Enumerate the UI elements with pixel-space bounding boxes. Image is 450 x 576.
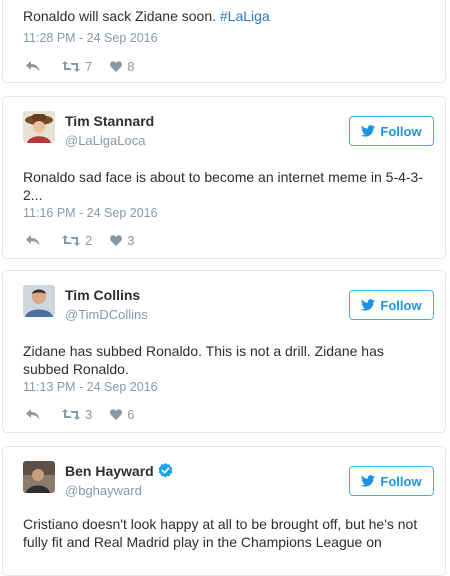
- follow-label: Follow: [380, 123, 422, 139]
- tweet-card: Tim Collins @TimDCollins Follow Zidane h…: [2, 270, 446, 433]
- retweet-button[interactable]: 7: [62, 59, 92, 74]
- heart-icon: [110, 408, 123, 420]
- retweet-button[interactable]: 2: [62, 233, 92, 248]
- avatar[interactable]: [23, 285, 55, 317]
- tweet-card: Ronaldo will sack Zidane soon. #LaLiga 1…: [2, 0, 446, 83]
- author-name[interactable]: Tim Stannard: [65, 113, 154, 129]
- reply-icon: [26, 408, 40, 419]
- retweet-count: 3: [85, 406, 93, 422]
- tweet-text: Ronaldo sad face is about to become an i…: [23, 169, 424, 203]
- retweet-count: 7: [85, 58, 93, 74]
- like-button[interactable]: 3: [110, 233, 134, 248]
- author-name[interactable]: Tim Collins: [65, 287, 140, 303]
- tweet-text: Cristiano doesn't look happy at all to b…: [23, 516, 418, 550]
- tweet-timestamp[interactable]: 11:28 PM - 24 Sep 2016: [23, 31, 158, 45]
- twitter-bird-icon: [361, 125, 376, 137]
- retweet-icon: [62, 60, 80, 72]
- reply-button[interactable]: [26, 60, 40, 72]
- follow-button[interactable]: Follow: [349, 290, 434, 320]
- follow-label: Follow: [380, 297, 422, 313]
- tweet-timestamp[interactable]: 11:13 PM - 24 Sep 2016: [23, 380, 158, 394]
- tweet-text-body: Ronaldo will sack Zidane soon.: [23, 8, 220, 24]
- like-count: 8: [127, 58, 135, 74]
- verified-badge-icon: [158, 463, 173, 478]
- heart-icon: [110, 234, 123, 246]
- avatar-image: [23, 285, 55, 317]
- like-button[interactable]: 6: [110, 407, 134, 422]
- avatar[interactable]: [23, 111, 55, 143]
- author-handle[interactable]: @bghayward: [65, 483, 142, 498]
- follow-label: Follow: [380, 473, 422, 489]
- heart-icon: [110, 60, 123, 72]
- avatar[interactable]: [23, 461, 55, 493]
- avatar-image: [23, 461, 55, 493]
- retweet-icon: [62, 408, 80, 420]
- tweet-card: Ben Hayward @bghayward Follow Cristiano …: [2, 446, 446, 576]
- tweet-actions: 2 3: [26, 232, 152, 248]
- author-handle[interactable]: @LaLigaLoca: [65, 133, 145, 148]
- tweet-actions: 3 6: [26, 406, 152, 422]
- author-name[interactable]: Ben Hayward: [65, 463, 154, 479]
- reply-button[interactable]: [26, 234, 40, 246]
- like-count: 3: [127, 232, 135, 248]
- twitter-bird-icon: [361, 475, 376, 487]
- twitter-bird-icon: [361, 299, 376, 311]
- tweet-text: Ronaldo will sack Zidane soon. #LaLiga: [23, 7, 429, 25]
- author-handle[interactable]: @TimDCollins: [65, 307, 148, 322]
- tweet-timestamp[interactable]: 11:16 PM - 24 Sep 2016: [23, 206, 158, 220]
- hashtag-link[interactable]: #LaLiga: [220, 8, 270, 24]
- avatar-image: [23, 111, 55, 143]
- like-button[interactable]: 8: [110, 59, 134, 74]
- like-count: 6: [127, 406, 135, 422]
- follow-button[interactable]: Follow: [349, 466, 434, 496]
- tweet-card: Tim Stannard @LaLigaLoca Follow Ronaldo …: [2, 96, 446, 259]
- tweet-actions: 7 8: [26, 58, 152, 74]
- reply-icon: [26, 60, 40, 71]
- follow-button[interactable]: Follow: [349, 116, 434, 146]
- retweet-count: 2: [85, 232, 93, 248]
- tweet-text: Zidane has subbed Ronaldo. This is not a…: [23, 343, 384, 377]
- retweet-icon: [62, 234, 80, 246]
- reply-icon: [26, 234, 40, 245]
- reply-button[interactable]: [26, 408, 40, 420]
- retweet-button[interactable]: 3: [62, 407, 92, 422]
